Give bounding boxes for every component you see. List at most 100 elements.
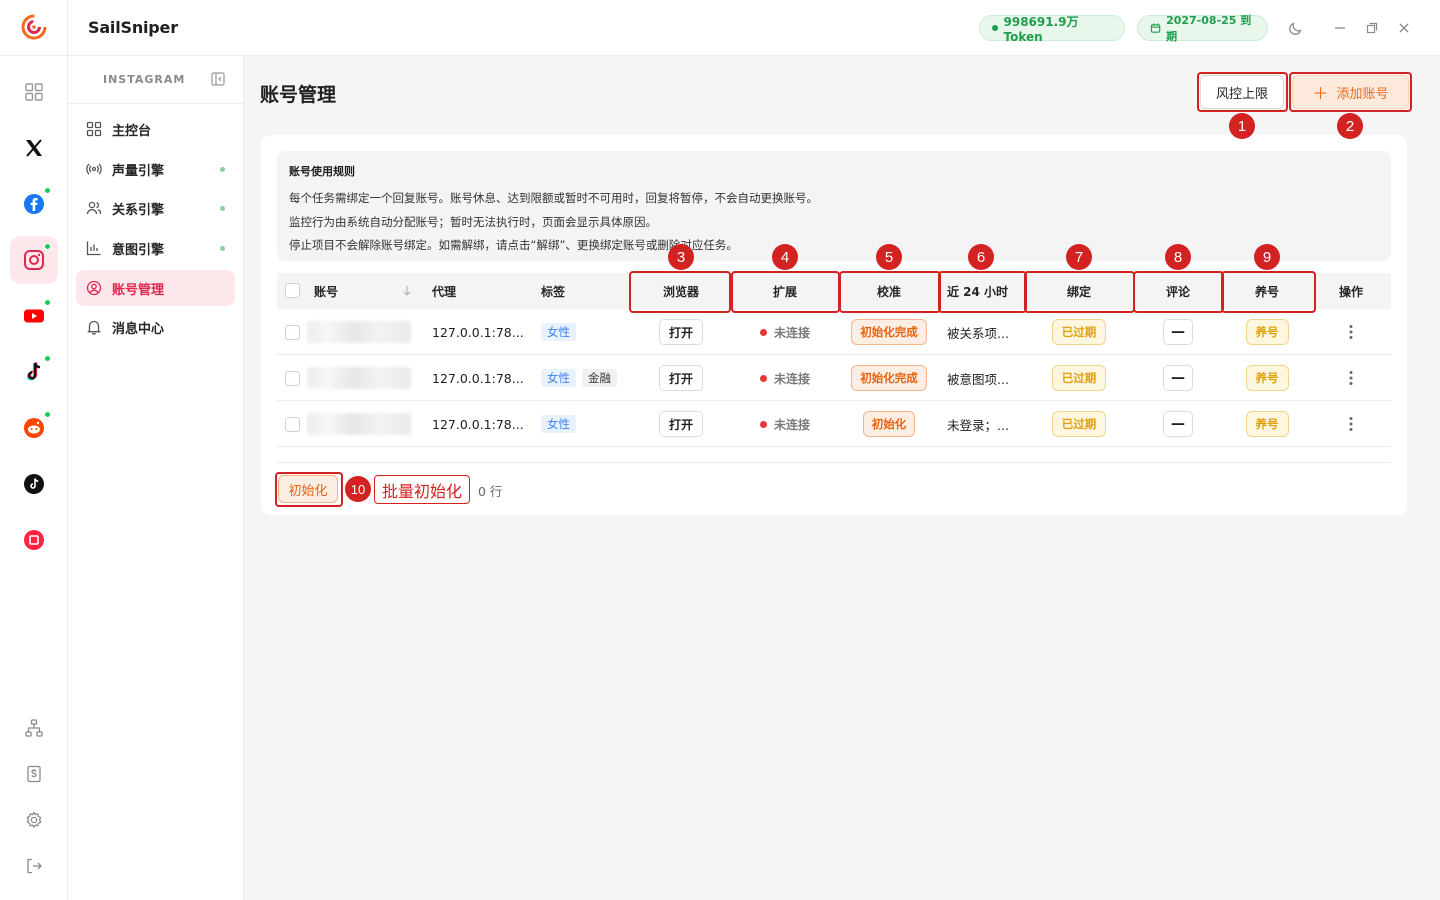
rail-network[interactable] [10, 704, 58, 752]
page-title: 账号管理 [260, 84, 337, 106]
gear-icon [26, 811, 42, 829]
sidebar-item-message-center[interactable]: 消息中心 [76, 309, 235, 345]
sidebar-item-account-management[interactable]: 账号管理 [76, 270, 235, 306]
binding-badge[interactable]: 已过期 [1051, 365, 1107, 391]
rules-line: 监控行为由系统自动分配账号；暂时无法执行时，页面会显示具体原因。 [289, 214, 657, 229]
rail-x[interactable] [10, 124, 58, 172]
sidebar-item-label: 账号管理 [112, 282, 165, 298]
add-account-label: 添加账号 [1336, 86, 1389, 102]
rail-tiktok[interactable] [10, 348, 58, 396]
col-account[interactable]: 账号 [314, 273, 414, 309]
network-icon [25, 719, 43, 737]
binding-badge[interactable]: 已过期 [1051, 319, 1107, 345]
more-actions-icon[interactable] [1341, 322, 1361, 342]
online-dot [44, 355, 51, 362]
rail-instagram[interactable] [10, 236, 58, 284]
bell-icon [86, 319, 102, 335]
nurture-badge[interactable]: 养号 [1245, 365, 1289, 391]
calibrate-cell: 初始化完成 [839, 309, 939, 355]
sidebar-item-relation-engine[interactable]: 关系引擎 [76, 190, 235, 226]
open-browser-button[interactable]: 打开 [659, 411, 703, 437]
status-dot [759, 374, 767, 382]
comment-button[interactable]: — [1163, 365, 1193, 391]
more-actions-icon[interactable] [1341, 368, 1361, 388]
open-browser-button[interactable]: 打开 [659, 365, 703, 391]
risk-limit-button[interactable]: 风控上限 [1200, 75, 1284, 109]
rail-tiktok-alt[interactable] [10, 460, 58, 508]
row-checkbox[interactable] [285, 371, 300, 386]
more-actions-icon[interactable] [1341, 414, 1361, 434]
rail-settings[interactable] [10, 796, 58, 844]
calibrate-badge[interactable]: 初始化完成 [851, 365, 927, 391]
redacted-account [307, 367, 411, 389]
batch-init-button[interactable]: 初始化 [278, 475, 338, 503]
youtube-icon [24, 309, 44, 323]
annotation-number: 6 [968, 244, 994, 270]
sidebar-divider [68, 103, 244, 104]
sidebar-item-label: 消息中心 [112, 321, 165, 337]
sidebar-item-label: 意图引擎 [112, 242, 165, 258]
token-status-dot [992, 25, 998, 31]
open-browser-button[interactable]: 打开 [659, 319, 703, 345]
sidebar-item-label: 关系引擎 [112, 202, 165, 218]
reddit-icon [24, 418, 44, 438]
nurture-badge[interactable]: 养号 [1245, 319, 1289, 345]
row-checkbox[interactable] [285, 325, 300, 340]
plus-icon: ＋ [1312, 84, 1329, 103]
proxy-cell: 127.0.0.1:78... [432, 370, 524, 386]
col-proxy: 代理 [432, 284, 457, 299]
platform-rail [0, 56, 68, 900]
close-icon[interactable] [1395, 19, 1413, 37]
last24h-cell: 被关系项... [947, 325, 1009, 341]
sort-arrow-icon[interactable] [402, 285, 412, 297]
tiktok-alt-icon [24, 474, 44, 494]
accounts-card: 账号使用规则 每个任务需绑定一个回复账号。账号休息、达到限额或暂时不可用时，回复… [261, 135, 1407, 515]
select-all-checkbox[interactable] [285, 283, 300, 298]
rail-facebook[interactable] [10, 180, 58, 228]
nurture-badge[interactable]: 养号 [1245, 411, 1289, 437]
usage-rules-panel: 账号使用规则 每个任务需绑定一个回复账号。账号休息、达到限额或暂时不可用时，回复… [277, 151, 1391, 261]
billing-icon [27, 765, 41, 783]
comment-cell: — [1134, 355, 1222, 401]
sidebar-item-dashboard[interactable]: 主控台 [76, 111, 235, 147]
expiry-text: 2027-08-25 到期 [1166, 14, 1252, 43]
expiry-badge[interactable]: 2027-08-25 到期 [1137, 14, 1268, 43]
token-balance-badge[interactable]: 998691.9万 Token [979, 15, 1125, 44]
col-account-label: 账号 [314, 284, 339, 299]
account-cell [307, 355, 411, 401]
binding-badge[interactable]: 已过期 [1051, 411, 1107, 437]
comment-button[interactable]: — [1163, 319, 1193, 345]
restore-window-icon[interactable] [1363, 19, 1381, 37]
tags-cell: 女性 [541, 401, 582, 447]
online-dot [44, 243, 51, 250]
calibrate-badge[interactable]: 初始化 [862, 411, 916, 437]
col-actions: 操作 [1338, 284, 1363, 299]
minimize-icon[interactable] [1331, 19, 1349, 37]
calibrate-badge[interactable]: 初始化完成 [851, 319, 927, 345]
sidebar-item-intent-engine[interactable]: 意图引擎 [76, 230, 235, 266]
annotation-number: 10 [345, 476, 371, 502]
row-checkbox[interactable] [285, 417, 300, 432]
rail-billing[interactable] [10, 750, 58, 798]
last24h-cell: 未登录；... [947, 417, 1009, 433]
col-comment: 评论 [1165, 284, 1190, 299]
dark-mode-moon-icon[interactable] [1287, 19, 1305, 37]
table-header: 账号 代理 标签 浏览器 扩展 校准 近 24 小时 绑定 评论 养号 操作 [277, 273, 1391, 309]
online-dot [44, 299, 51, 306]
sidebar-item-volume-engine[interactable]: 声量引擎 [76, 151, 235, 187]
comment-button[interactable]: — [1163, 411, 1193, 437]
proxy-cell: 127.0.0.1:78... [432, 324, 524, 340]
rules-line: 每个任务需绑定一个回复账号。账号休息、达到限额或暂时不可用时，回复将暂停，不会自… [289, 191, 818, 205]
col-binding: 绑定 [1066, 284, 1091, 299]
account-icon [86, 280, 102, 296]
collapse-sidebar-icon[interactable] [211, 72, 225, 86]
last24h-cell: 被意图项... [947, 371, 1009, 387]
rail-reddit[interactable] [10, 404, 58, 452]
add-account-button[interactable]: ＋ 添加账号 [1292, 75, 1409, 109]
calibrate-cell: 初始化完成 [839, 355, 939, 401]
rail-dashboard[interactable] [10, 68, 58, 116]
rail-logout[interactable] [10, 842, 58, 890]
rail-youtube[interactable] [10, 292, 58, 340]
rail-xiaohongshu[interactable] [10, 516, 58, 564]
status-dot [220, 167, 225, 172]
